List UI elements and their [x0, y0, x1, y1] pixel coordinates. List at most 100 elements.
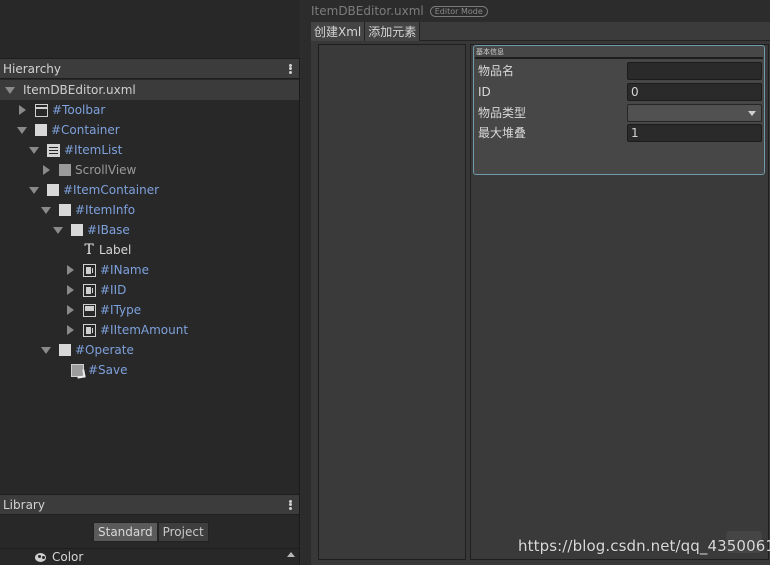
tree-node-label: #ItemInfo: [75, 203, 136, 217]
tree-node-label: #Container: [51, 123, 120, 137]
tree-node-label: #IType: [100, 303, 142, 317]
expand-caret-icon[interactable]: [41, 345, 51, 355]
item-id-input[interactable]: [627, 82, 762, 101]
tree-row-itemcontainer[interactable]: #ItemContainer: [0, 180, 299, 200]
library-tabs: Standard Project: [93, 522, 209, 542]
tree-row-iid[interactable]: #IID: [0, 280, 299, 300]
scroll-view-icon: [59, 164, 71, 176]
tree-row-ibase[interactable]: #IBase: [0, 220, 299, 240]
hierarchy-header: Hierarchy: [0, 58, 299, 79]
item-name-input[interactable]: [627, 61, 762, 80]
field-row-name: 物品名: [477, 61, 762, 80]
collapse-caret-icon[interactable]: [65, 325, 75, 335]
tree-row-iitemamount[interactable]: #IItemAmount: [0, 320, 299, 340]
tree-row-operate[interactable]: #Operate: [0, 340, 299, 360]
hierarchy-tree[interactable]: ItemDBEditor.uxml #Toolbar #Container #I…: [0, 80, 299, 494]
integer-field-icon: [83, 323, 96, 337]
library-body: Standard Project Color: [0, 516, 299, 565]
field-label: ID: [478, 84, 491, 99]
expand-caret-icon[interactable]: [53, 225, 63, 235]
library-item-label: Color: [52, 550, 84, 564]
field-row-amount: 最大堆叠: [477, 123, 762, 142]
tab-project[interactable]: Project: [157, 522, 209, 542]
max-stack-input[interactable]: [627, 123, 762, 142]
tree-row-itype[interactable]: #IType: [0, 300, 299, 320]
scroll-up-icon[interactable]: [287, 552, 295, 557]
document-title: ItemDBEditor.uxml: [311, 4, 424, 18]
viewport-panel: ItemDBEditor.uxml Editor Mode 创建Xml 添加元素…: [301, 0, 770, 565]
ibase-title: 基本信息: [476, 48, 504, 56]
editor-mode-badge[interactable]: Editor Mode: [429, 5, 488, 17]
label-icon: T: [84, 241, 94, 258]
tree-row-iteminfo[interactable]: #ItemInfo: [0, 200, 299, 220]
collapse-caret-icon[interactable]: [65, 265, 75, 275]
collapse-caret-icon[interactable]: [41, 165, 51, 175]
preview-toolbar: 创建Xml 添加元素: [311, 22, 770, 41]
tree-node-label: #ItemList: [64, 143, 123, 157]
library-title: Library: [3, 497, 45, 512]
tree-node-label: #IName: [100, 263, 149, 277]
expand-caret-icon[interactable]: [41, 205, 51, 215]
tree-node-label: #Toolbar: [52, 103, 106, 117]
watermark: https://blog.csdn.net/qq_43500611: [518, 537, 770, 555]
ibase-group[interactable]: 基本信息 物品名 ID 物品类型 最大堆叠: [473, 45, 765, 175]
tree-root-label: ItemDBEditor.uxml: [23, 83, 136, 97]
list-view-icon: [47, 143, 60, 157]
tab-standard[interactable]: Standard: [93, 522, 158, 542]
tree-row-iname[interactable]: #IName: [0, 260, 299, 280]
library-header: Library: [0, 494, 299, 515]
tree-row-scrollview[interactable]: ScrollView: [0, 160, 299, 180]
visual-element-icon: [59, 344, 71, 356]
item-type-dropdown[interactable]: [627, 103, 762, 122]
expand-caret-icon[interactable]: [29, 185, 39, 195]
visual-element-icon: [71, 224, 83, 236]
item-list-view[interactable]: [318, 44, 466, 560]
expand-caret-icon[interactable]: [5, 85, 15, 95]
field-label: 最大堆叠: [478, 126, 527, 140]
item-container: 基本信息 物品名 ID 物品类型 最大堆叠: [470, 44, 769, 560]
viewport-canvas[interactable]: 创建Xml 添加元素 基本信息 物品名 ID 物品类型: [311, 22, 770, 565]
toolbar-icon: [35, 103, 48, 117]
collapse-caret-icon[interactable]: [65, 285, 75, 295]
library-item-color[interactable]: Color: [0, 548, 299, 565]
collapse-caret-icon[interactable]: [65, 305, 75, 315]
button-icon: [71, 363, 84, 377]
document-tab: ItemDBEditor.uxml Editor Mode: [311, 0, 488, 22]
tree-node-label: #ItemContainer: [63, 183, 160, 197]
palette-icon: [35, 552, 48, 563]
ibase-divider: [475, 57, 763, 59]
hierarchy-title: Hierarchy: [3, 61, 62, 76]
add-element-button[interactable]: 添加元素: [365, 22, 421, 41]
tree-node-label: #IItemAmount: [100, 323, 189, 337]
integer-field-icon: [83, 283, 96, 297]
text-field-icon: [83, 263, 96, 277]
visual-element-icon: [59, 204, 71, 216]
expand-caret-icon[interactable]: [17, 125, 27, 135]
hierarchy-menu-icon[interactable]: [285, 62, 295, 76]
tree-row-itemlist[interactable]: #ItemList: [0, 140, 299, 160]
tree-node-label: #IBase: [87, 223, 130, 237]
tree-row-toolbar[interactable]: #Toolbar: [0, 100, 299, 120]
create-xml-button[interactable]: 创建Xml: [311, 22, 366, 41]
tree-node-label: #Save: [88, 363, 128, 377]
tree-node-label: #Operate: [75, 343, 134, 357]
collapse-caret-icon[interactable]: [17, 105, 27, 115]
tree-row-label[interactable]: T Label: [0, 240, 299, 260]
field-label: 物品名: [478, 64, 515, 78]
tree-node-label: ScrollView: [75, 163, 137, 177]
enum-field-icon: [83, 303, 96, 317]
expand-caret-icon[interactable]: [29, 145, 39, 155]
uibuilder-left-panel: Hierarchy ItemDBEditor.uxml #Toolbar #Co…: [0, 0, 300, 565]
tree-node-label: #IID: [100, 283, 127, 297]
visual-element-icon: [47, 184, 59, 196]
field-row-id: ID: [477, 82, 762, 101]
tree-row-save[interactable]: #Save: [0, 360, 299, 380]
field-label: 物品类型: [478, 106, 527, 120]
tree-row-root[interactable]: ItemDBEditor.uxml: [0, 80, 299, 100]
library-menu-icon[interactable]: [285, 498, 295, 512]
field-row-type: 物品类型: [477, 103, 762, 122]
stylesheets-pane-empty: [0, 0, 300, 58]
tree-row-container[interactable]: #Container: [0, 120, 299, 140]
tree-node-label: Label: [99, 243, 132, 257]
visual-element-icon: [35, 124, 47, 136]
